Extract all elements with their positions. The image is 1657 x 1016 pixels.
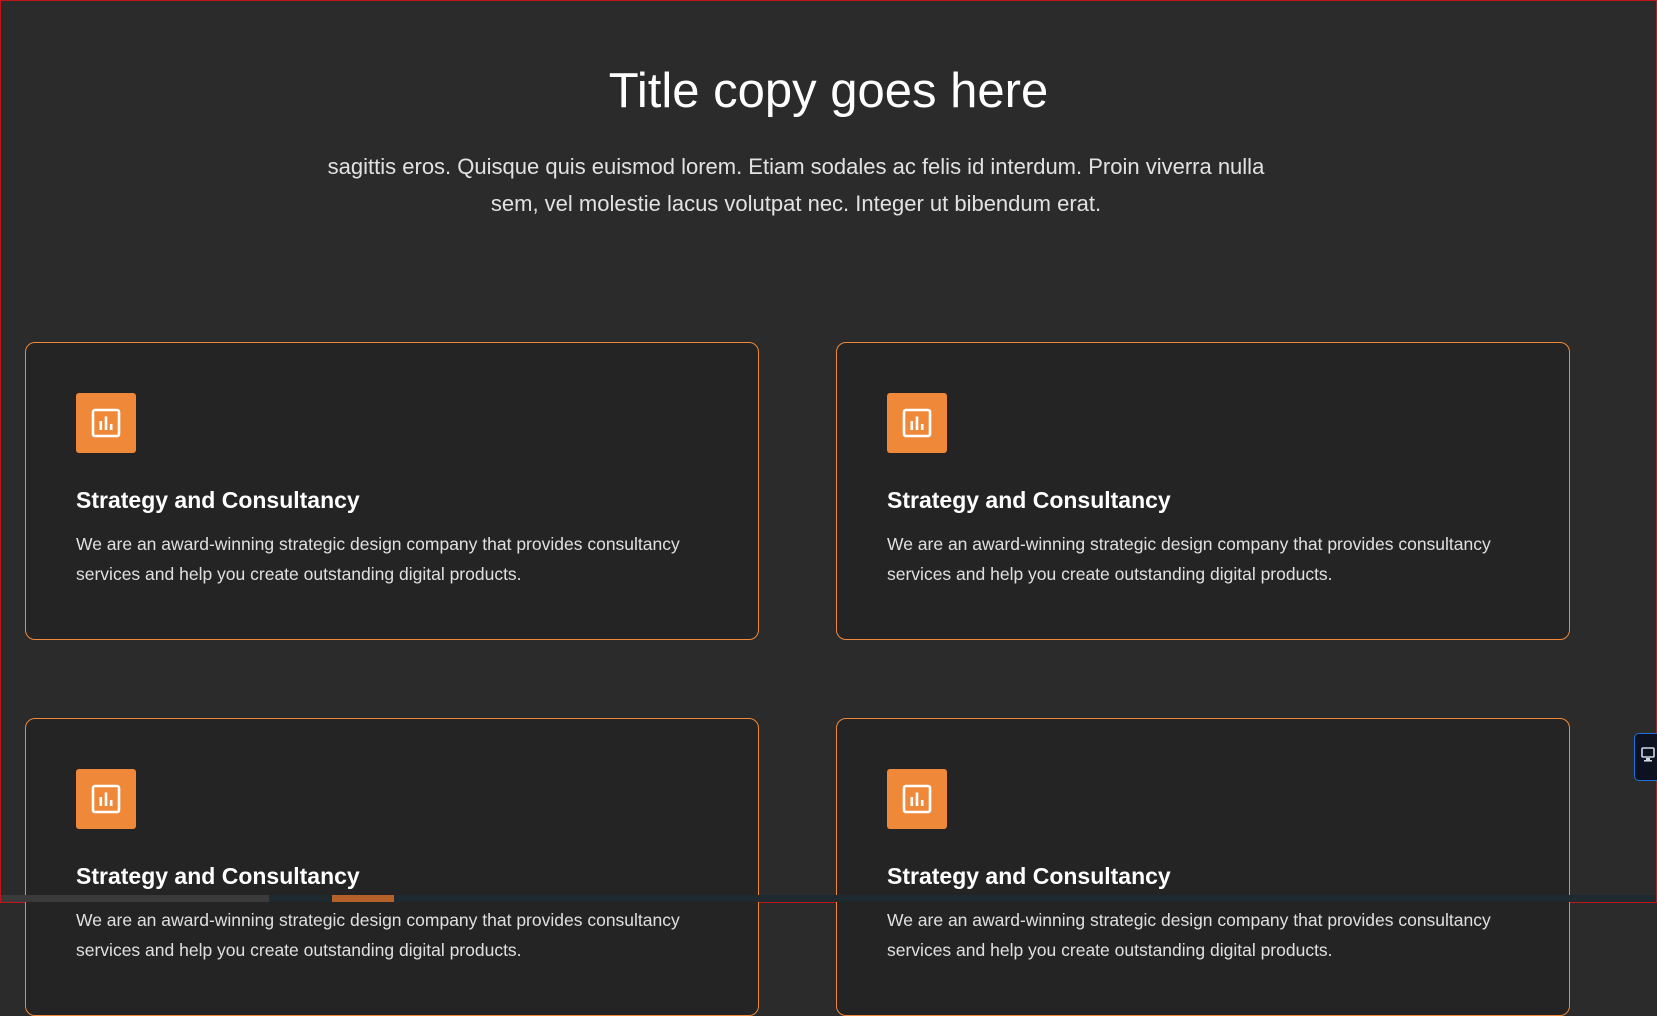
card-description: We are an award-winning strategic design… [887,910,1491,960]
page-subtitle: sagittis eros. Quisque quis euismod lore… [327,154,1265,216]
bar-chart-icon [76,769,136,829]
bar-chart-icon [76,393,136,453]
card-title: Strategy and Consultancy [887,863,1171,889]
page-title: Title copy goes here [608,64,1049,118]
card-description: We are an award-winning strategic design… [887,534,1491,584]
side-widget-button[interactable] [1634,733,1657,781]
card-title: Strategy and Consultancy [76,487,360,513]
monitor-icon [1641,746,1655,768]
service-card[interactable]: Strategy and Consultancy We are an award… [25,342,759,640]
card-description: We are an award-winning strategic design… [76,910,680,960]
service-card[interactable]: Strategy and Consultancy We are an award… [836,718,1570,1016]
bar-chart-icon [887,393,947,453]
bottom-strip-highlight [332,895,394,902]
bottom-strip-left [1,895,269,902]
card-description: We are an award-winning strategic design… [76,534,680,584]
service-card[interactable]: Strategy and Consultancy We are an award… [836,342,1570,640]
card-title: Strategy and Consultancy [76,863,360,889]
service-card[interactable]: Strategy and Consultancy We are an award… [25,718,759,1016]
bar-chart-icon [887,769,947,829]
card-title: Strategy and Consultancy [887,487,1171,513]
